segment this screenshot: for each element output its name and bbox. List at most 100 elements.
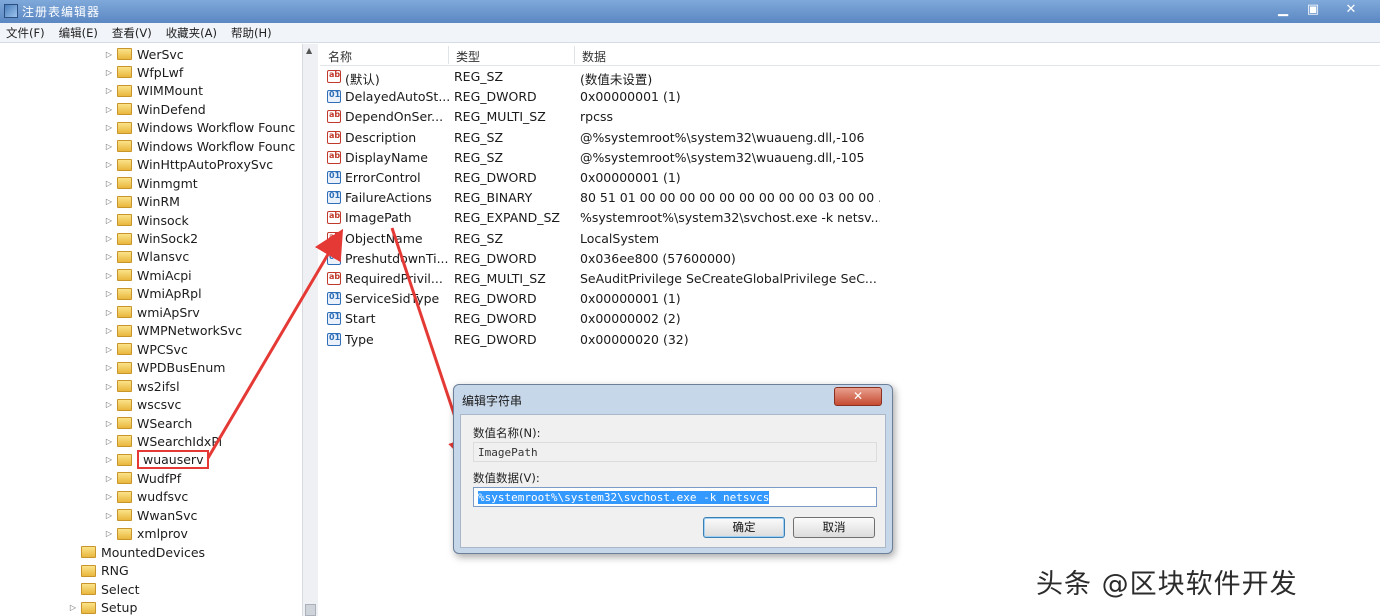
expand-arrow-icon[interactable]: ▷: [103, 529, 115, 538]
menu-view[interactable]: 查看(V): [112, 25, 152, 41]
tree-item[interactable]: ▷ Windows Workflow Founc: [103, 137, 295, 155]
tree-item[interactable]: ▷ Winsock: [103, 211, 189, 229]
list-item[interactable]: DisplayName REG_SZ @%systemroot%\system32\…: [320, 148, 1380, 168]
scroll-up-icon[interactable]: ▲: [306, 46, 312, 55]
expand-arrow-icon[interactable]: ▷: [103, 123, 115, 132]
list-item[interactable]: Type REG_DWORD 0x00000020 (32): [320, 330, 1380, 350]
expand-arrow-icon[interactable]: ▷: [103, 382, 115, 391]
tree-item[interactable]: ▷ WwanSvc: [103, 506, 197, 524]
list-item[interactable]: RequiredPrivil... REG_MULTI_SZ SeAuditPriv…: [320, 269, 1380, 289]
column-type[interactable]: 类型: [456, 48, 480, 65]
close-button[interactable]: ✕: [1328, 0, 1374, 20]
column-divider[interactable]: [448, 46, 449, 64]
expand-arrow-icon[interactable]: ▷: [103, 105, 115, 114]
expand-arrow-icon[interactable]: ▷: [103, 419, 115, 428]
expand-arrow-icon[interactable]: ▷: [103, 50, 115, 59]
tree-item[interactable]: ▷ Setup: [67, 599, 137, 616]
dialog-close-button[interactable]: ✕: [834, 387, 882, 406]
expand-arrow-icon[interactable]: ▷: [103, 216, 115, 225]
folder-icon: [117, 232, 132, 245]
tree-item[interactable]: ▷ wuauserv: [103, 450, 210, 470]
tree-item[interactable]: ▷ Windows Workflow Founc: [103, 119, 295, 137]
tree-item[interactable]: ▷ xmlprov: [103, 525, 188, 543]
menu-favorites[interactable]: 收藏夹(A): [166, 25, 217, 41]
expand-arrow-icon[interactable]: ▷: [103, 289, 115, 298]
list-item[interactable]: (默认) REG_SZ (数值未设置): [320, 67, 1380, 87]
minimize-button[interactable]: ▁: [1268, 0, 1298, 20]
expand-arrow-icon[interactable]: ▷: [103, 437, 115, 446]
tree-item[interactable]: Select: [67, 580, 140, 598]
scroll-thumb[interactable]: [305, 604, 316, 616]
tree-item[interactable]: ▷ wudfsvc: [103, 488, 188, 506]
tree-item[interactable]: ▷ wscsvc: [103, 396, 181, 414]
expand-arrow-icon[interactable]: ▷: [103, 363, 115, 372]
expand-arrow-icon[interactable]: ▷: [103, 400, 115, 409]
list-item[interactable]: DelayedAutoSt... REG_DWORD 0x00000001 (1): [320, 87, 1380, 107]
tree-item[interactable]: ▷ WinRM: [103, 193, 180, 211]
expand-arrow-icon[interactable]: ▷: [103, 179, 115, 188]
tree-item[interactable]: ▷ wmiApSrv: [103, 303, 200, 321]
tree-item[interactable]: ▷ WIMMount: [103, 82, 203, 100]
tree-item[interactable]: ▷ WerSvc: [103, 45, 184, 63]
expand-arrow-icon[interactable]: ▷: [103, 492, 115, 501]
tree-item-label: WinRM: [137, 194, 180, 210]
registry-tree[interactable]: ▷ WerSvc ▷ WfpLwf ▷ WIMMount ▷ WinDefend ▷ Window…: [0, 44, 318, 616]
expand-arrow-icon[interactable]: ▷: [103, 252, 115, 261]
list-item[interactable]: ErrorControl REG_DWORD 0x00000001 (1): [320, 168, 1380, 188]
expand-arrow-icon[interactable]: ▷: [103, 345, 115, 354]
list-item[interactable]: PreshutdownTi... REG_DWORD 0x036ee800 (576…: [320, 249, 1380, 269]
tree-item[interactable]: ▷ WSearchIdxPi: [103, 432, 222, 450]
tree-item[interactable]: MountedDevices: [67, 543, 205, 561]
list-item[interactable]: ImagePath REG_EXPAND_SZ %systemroot%\syste…: [320, 208, 1380, 228]
expand-arrow-icon[interactable]: ▷: [103, 511, 115, 520]
tree-item[interactable]: RNG: [67, 562, 129, 580]
tree-item[interactable]: ▷ WinSock2: [103, 230, 198, 248]
value-data-input[interactable]: %systemroot%\system32\svchost.exe -k net…: [473, 487, 877, 507]
maximize-button[interactable]: ▣: [1298, 0, 1328, 20]
expand-arrow-icon[interactable]: ▷: [103, 86, 115, 95]
expand-arrow-icon[interactable]: ▷: [103, 326, 115, 335]
expand-arrow-icon[interactable]: ▷: [103, 271, 115, 280]
tree-item[interactable]: ▷ WPDBusEnum: [103, 359, 226, 377]
tree-item[interactable]: ▷ WmiApRpl: [103, 285, 202, 303]
column-divider[interactable]: [574, 46, 575, 64]
list-item[interactable]: ObjectName REG_SZ LocalSystem: [320, 229, 1380, 249]
folder-icon: [117, 490, 132, 503]
tree-item[interactable]: ▷ Winmgmt: [103, 174, 198, 192]
ok-button[interactable]: 确定: [703, 517, 785, 538]
tree-scrollbar[interactable]: ▲: [302, 44, 318, 616]
expand-arrow-icon[interactable]: ▷: [103, 142, 115, 151]
binary-value-icon: [327, 191, 341, 205]
list-item[interactable]: ServiceSidType REG_DWORD 0x00000001 (1): [320, 289, 1380, 309]
expand-arrow-icon[interactable]: ▷: [103, 308, 115, 317]
expand-arrow-icon[interactable]: ▷: [103, 197, 115, 206]
tree-item[interactable]: ▷ Wlansvc: [103, 248, 189, 266]
tree-item[interactable]: ▷ WMPNetworkSvc: [103, 322, 242, 340]
list-item[interactable]: DependOnSer... REG_MULTI_SZ rpcss: [320, 107, 1380, 127]
column-name[interactable]: 名称: [328, 48, 352, 65]
column-data[interactable]: 数据: [582, 48, 606, 65]
expand-arrow-icon[interactable]: ▷: [103, 160, 115, 169]
expand-arrow-icon[interactable]: ▷: [103, 474, 115, 483]
expand-arrow-icon[interactable]: ▷: [103, 234, 115, 243]
tree-item[interactable]: ▷ WudfPf: [103, 469, 181, 487]
menu-edit[interactable]: 编辑(E): [59, 25, 98, 41]
list-item[interactable]: Start REG_DWORD 0x00000002 (2): [320, 309, 1380, 329]
tree-item[interactable]: ▷ WPCSvc: [103, 340, 188, 358]
menu-help[interactable]: 帮助(H): [231, 25, 272, 41]
list-item[interactable]: FailureActions REG_BINARY 80 51 01 00 00 0…: [320, 188, 1380, 208]
value-data: rpcss: [580, 109, 613, 125]
expand-arrow-icon[interactable]: ▷: [103, 68, 115, 77]
menu-file[interactable]: 文件(F): [6, 25, 45, 41]
tree-item[interactable]: ▷ WSearch: [103, 414, 192, 432]
expand-arrow-icon[interactable]: ▷: [103, 455, 115, 464]
title-bar: 注册表编辑器 ▁ ▣ ✕: [0, 0, 1380, 23]
cancel-button[interactable]: 取消: [793, 517, 875, 538]
list-item[interactable]: Description REG_SZ @%systemroot%\system32\…: [320, 128, 1380, 148]
tree-item[interactable]: ▷ WinDefend: [103, 100, 206, 118]
tree-item[interactable]: ▷ WmiAcpi: [103, 266, 192, 284]
expand-arrow-icon[interactable]: ▷: [67, 603, 79, 612]
tree-item[interactable]: ▷ WinHttpAutoProxySvc: [103, 156, 273, 174]
tree-item[interactable]: ▷ WfpLwf: [103, 63, 183, 81]
tree-item[interactable]: ▷ ws2ifsl: [103, 377, 180, 395]
